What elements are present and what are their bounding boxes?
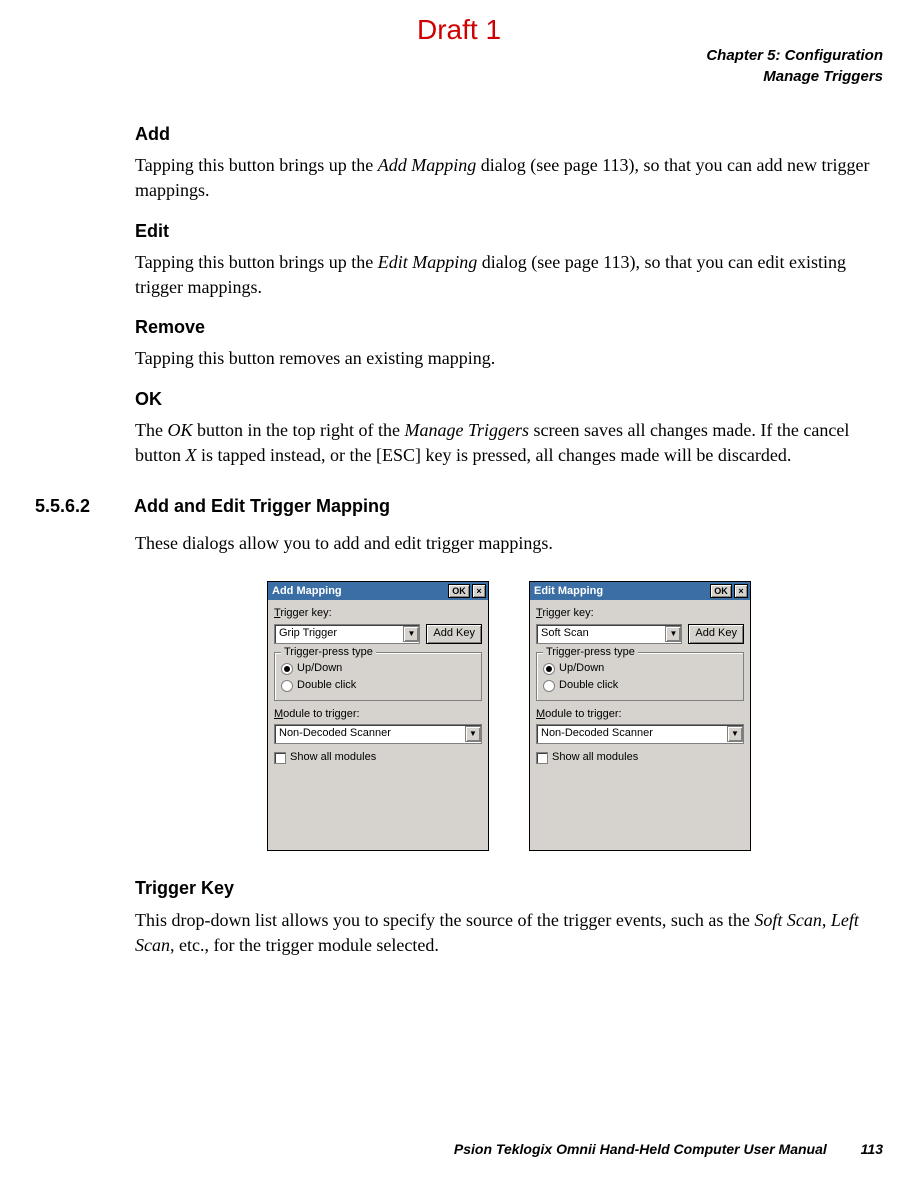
text: Tapping this button brings up the <box>135 155 378 175</box>
para-ok: The OK button in the top right of the Ma… <box>135 418 883 468</box>
module-dropdown[interactable]: Non-Decoded Scanner ▼ <box>274 724 482 744</box>
radio-label: Double click <box>297 678 356 693</box>
titlebar: Edit Mapping OK × <box>530 582 750 600</box>
checkbox-label: Show all modules <box>552 750 638 765</box>
heading-add: Add <box>135 122 883 147</box>
radio-label: Up/Down <box>297 661 342 676</box>
draft-watermark: Draft 1 <box>0 10 918 49</box>
radio-icon <box>281 680 293 692</box>
add-key-button[interactable]: Add Key <box>688 624 744 644</box>
trigger-key-label: Trigger key: <box>274 606 482 621</box>
trigger-key-dropdown[interactable]: Grip Trigger ▼ <box>274 624 420 644</box>
section-title: Add and Edit Trigger Mapping <box>134 494 390 519</box>
heading-edit: Edit <box>135 219 883 244</box>
para-trigger-key: This drop-down list allows you to specif… <box>135 908 883 958</box>
show-all-modules-checkbox[interactable]: Show all modules <box>274 750 482 765</box>
text: , <box>822 910 831 930</box>
section-number: 5.5.6.2 <box>35 494 110 519</box>
heading-remove: Remove <box>135 315 883 340</box>
show-all-modules-checkbox[interactable]: Show all modules <box>536 750 744 765</box>
chevron-down-icon[interactable]: ▼ <box>465 726 481 742</box>
trigger-press-type-group: Trigger-press type Up/Down Double click <box>274 652 482 701</box>
combo-value: Non-Decoded Scanner <box>541 726 653 741</box>
dialog-add-mapping: Add Mapping OK × Trigger key: Grip Trigg… <box>267 581 489 851</box>
trigger-key-label: Trigger key: <box>536 606 744 621</box>
combo-value: Grip Trigger <box>279 626 337 641</box>
radio-icon <box>543 663 555 675</box>
text: This drop-down list allows you to specif… <box>135 910 754 930</box>
heading-ok: OK <box>135 387 883 412</box>
dialog-edit-mapping: Edit Mapping OK × Trigger key: Soft Scan… <box>529 581 751 851</box>
ok-button[interactable]: OK <box>448 584 470 598</box>
text: , etc., for the trigger module selected. <box>170 935 439 955</box>
radio-double-click[interactable]: Double click <box>281 678 475 693</box>
checkbox-label: Show all modules <box>290 750 376 765</box>
chevron-down-icon[interactable]: ▼ <box>665 626 681 642</box>
titlebar: Add Mapping OK × <box>268 582 488 600</box>
chevron-down-icon[interactable]: ▼ <box>403 626 419 642</box>
module-dropdown[interactable]: Non-Decoded Scanner ▼ <box>536 724 744 744</box>
text: is tapped instead, or the [ESC] key is p… <box>197 445 792 465</box>
add-key-button[interactable]: Add Key <box>426 624 482 644</box>
text: Tapping this button brings up the <box>135 252 378 272</box>
em-x: X <box>186 445 197 465</box>
em-ok: OK <box>167 420 192 440</box>
radio-icon <box>281 663 293 675</box>
page-number: 113 <box>861 1141 883 1157</box>
para-edit: Tapping this button brings up the Edit M… <box>135 250 883 300</box>
radio-icon <box>543 680 555 692</box>
trigger-press-type-group: Trigger-press type Up/Down Double click <box>536 652 744 701</box>
chapter-heading: Chapter 5: Configuration Manage Triggers <box>35 45 883 87</box>
heading-trigger-key: Trigger Key <box>135 876 883 901</box>
chapter-line-2: Manage Triggers <box>35 66 883 87</box>
title-text: Add Mapping <box>272 584 342 599</box>
checkbox-icon <box>274 752 286 764</box>
radio-up-down[interactable]: Up/Down <box>281 661 475 676</box>
group-legend: Trigger-press type <box>543 645 638 660</box>
em-edit-mapping: Edit Mapping <box>378 252 478 272</box>
checkbox-icon <box>536 752 548 764</box>
ok-button[interactable]: OK <box>710 584 732 598</box>
module-label: Module to trigger: <box>274 707 482 722</box>
page-footer: Psion Teklogix Omnii Hand-Held Computer … <box>454 1140 883 1160</box>
para-subsection-intro: These dialogs allow you to add and edit … <box>135 531 883 556</box>
combo-value: Soft Scan <box>541 626 589 641</box>
radio-double-click[interactable]: Double click <box>543 678 737 693</box>
radio-label: Double click <box>559 678 618 693</box>
em-manage-triggers: Manage Triggers <box>404 420 529 440</box>
chevron-down-icon[interactable]: ▼ <box>727 726 743 742</box>
radio-up-down[interactable]: Up/Down <box>543 661 737 676</box>
module-label: Module to trigger: <box>536 707 744 722</box>
trigger-key-dropdown[interactable]: Soft Scan ▼ <box>536 624 682 644</box>
close-button[interactable]: × <box>472 584 486 598</box>
para-add: Tapping this button brings up the Add Ma… <box>135 153 883 203</box>
combo-value: Non-Decoded Scanner <box>279 726 391 741</box>
radio-label: Up/Down <box>559 661 604 676</box>
dialog-screenshots: Add Mapping OK × Trigger key: Grip Trigg… <box>135 581 883 851</box>
em-soft-scan: Soft Scan <box>754 910 822 930</box>
em-add-mapping: Add Mapping <box>378 155 477 175</box>
title-text: Edit Mapping <box>534 584 603 599</box>
close-button[interactable]: × <box>734 584 748 598</box>
para-remove: Tapping this button removes an existing … <box>135 346 883 371</box>
footer-text: Psion Teklogix Omnii Hand-Held Computer … <box>454 1141 827 1157</box>
text: button in the top right of the <box>193 420 405 440</box>
group-legend: Trigger-press type <box>281 645 376 660</box>
text: The <box>135 420 167 440</box>
